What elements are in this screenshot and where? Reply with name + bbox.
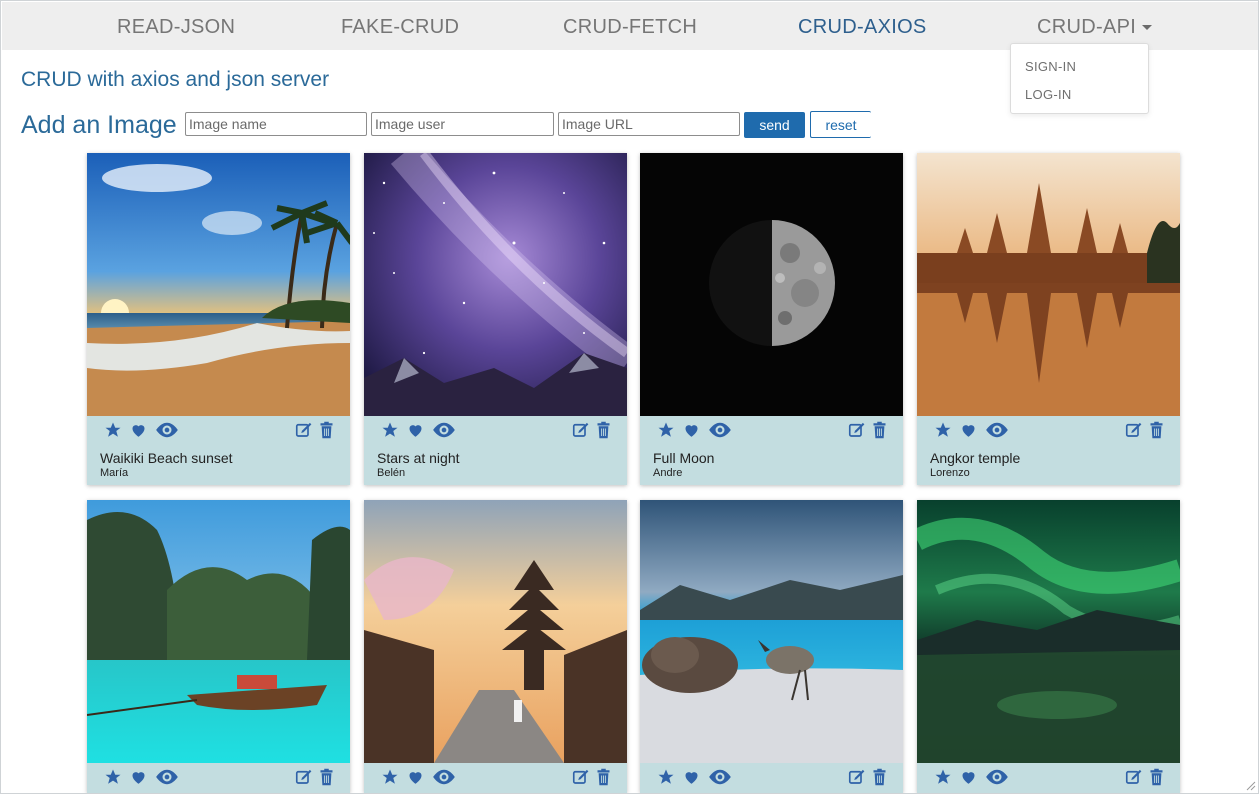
image-name-input[interactable] [185,112,367,136]
star-icon[interactable] [657,768,675,791]
star-icon[interactable] [657,421,675,444]
add-image-title: Add an Image [21,111,177,139]
star-icon[interactable] [934,768,952,791]
card-actions [640,416,903,446]
edit-icon[interactable] [294,768,313,791]
nav-read-json[interactable]: READ-JSON [117,16,235,39]
card-image[interactable] [640,500,903,763]
star-icon[interactable] [381,768,399,791]
heart-icon[interactable] [129,768,148,791]
trash-icon[interactable] [319,421,334,444]
card-actions [640,763,903,793]
trash-icon[interactable] [872,421,887,444]
edit-icon[interactable] [571,421,590,444]
heart-icon[interactable] [682,768,701,791]
caret-down-icon [1142,25,1153,30]
card-title: Waikiki Beach sunset [100,450,233,466]
browser-viewport: READ-JSON FAKE-CRUD CRUD-FETCH CRUD-AXIO… [0,0,1259,794]
image-card: Waikiki Beach sunset María [87,153,350,485]
dropdown-log-in[interactable]: LOG-IN [1025,87,1072,102]
eye-icon[interactable] [431,768,457,791]
card-user: Belén [377,467,406,479]
edit-icon[interactable] [571,768,590,791]
card-actions [917,763,1180,793]
card-actions [917,416,1180,446]
heart-icon[interactable] [959,768,978,791]
reset-button[interactable]: reset [810,111,871,138]
card-actions [87,763,350,793]
card-image[interactable] [364,153,627,416]
eye-icon[interactable] [707,421,733,444]
image-url-input[interactable] [558,112,740,136]
heart-icon[interactable] [129,421,148,444]
crud-api-dropdown-menu: SIGN-IN LOG-IN [1010,43,1149,114]
star-icon[interactable] [104,768,122,791]
card-image[interactable] [917,153,1180,416]
image-card: Stars at night Belén [364,153,627,485]
trash-icon[interactable] [596,421,611,444]
image-card [364,500,627,793]
eye-icon[interactable] [984,768,1010,791]
image-card: Angkor temple Lorenzo [917,153,1180,485]
card-actions [87,416,350,446]
card-user: Lorenzo [930,467,970,479]
send-button[interactable]: send [744,112,805,138]
trash-icon[interactable] [872,768,887,791]
trash-icon[interactable] [319,768,334,791]
trash-icon[interactable] [1149,768,1164,791]
card-image[interactable] [640,153,903,416]
eye-icon[interactable] [154,768,180,791]
nav-crud-fetch[interactable]: CRUD-FETCH [563,16,697,39]
card-actions [364,763,627,793]
resize-grip-icon[interactable] [1244,779,1256,791]
image-card [640,500,903,793]
eye-icon[interactable] [431,421,457,444]
card-image[interactable] [87,500,350,763]
card-user: María [100,467,129,479]
heart-icon[interactable] [406,421,425,444]
card-image[interactable] [87,153,350,416]
image-card [917,500,1180,793]
edit-icon[interactable] [1124,768,1143,791]
nav-fake-crud[interactable]: FAKE-CRUD [341,16,459,39]
edit-icon[interactable] [294,421,313,444]
nav-crud-axios[interactable]: CRUD-AXIOS [798,16,927,39]
star-icon[interactable] [381,421,399,444]
card-image[interactable] [917,500,1180,763]
card-actions [364,416,627,446]
eye-icon[interactable] [984,421,1010,444]
eye-icon[interactable] [154,421,180,444]
star-icon[interactable] [934,421,952,444]
page-subtitle: CRUD with axios and json server [21,68,330,91]
heart-icon[interactable] [682,421,701,444]
dropdown-sign-in[interactable]: SIGN-IN [1025,59,1076,74]
card-title: Full Moon [653,450,715,466]
card-user: Andre [653,467,683,479]
eye-icon[interactable] [707,768,733,791]
card-image[interactable] [364,500,627,763]
edit-icon[interactable] [1124,421,1143,444]
edit-icon[interactable] [847,768,866,791]
trash-icon[interactable] [596,768,611,791]
image-user-input[interactable] [371,112,554,136]
trash-icon[interactable] [1149,421,1164,444]
card-title: Stars at night [377,450,460,466]
image-card: Full Moon Andre [640,153,903,485]
card-title: Angkor temple [930,450,1021,466]
nav-crud-api-label: CRUD-API [1037,16,1137,38]
edit-icon[interactable] [847,421,866,444]
heart-icon[interactable] [959,421,978,444]
heart-icon[interactable] [406,768,425,791]
image-card [87,500,350,793]
nav-crud-api-dropdown[interactable]: CRUD-API [1037,16,1153,39]
star-icon[interactable] [104,421,122,444]
